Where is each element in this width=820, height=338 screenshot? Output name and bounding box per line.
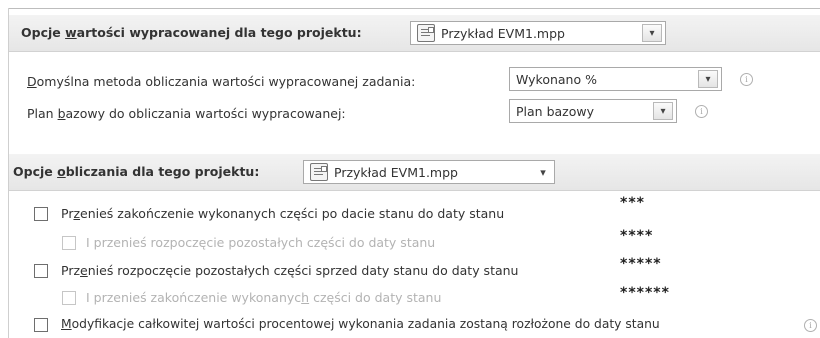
top-edge [0, 0, 820, 8]
calculation-project-select[interactable]: Przykład EVM1.mpp ▾ [303, 160, 555, 184]
chevron-down-icon[interactable]: ▾ [653, 102, 673, 120]
info-icon[interactable]: i [695, 105, 708, 118]
move-end-completed-checkbox[interactable] [34, 207, 48, 221]
default-method-select[interactable]: Wykonano % ▾ [509, 67, 722, 91]
option-stars: ****** [620, 285, 670, 301]
earned-value-section-title: Opcje wartości wypracowanej dla tego pro… [21, 25, 362, 40]
move-end-completed-label: Przenieś zakończenie wykonanych części p… [61, 206, 505, 221]
default-method-label: Domyślna metoda obliczania wartości wypr… [27, 74, 416, 89]
spread-percent-complete-label: Modyfikacje całkowitej wartości procento… [61, 317, 660, 331]
option-stars: **** [620, 228, 654, 244]
calculation-section-header: Opcje obliczania dla tego projektu: Przy… [9, 154, 820, 191]
spread-percent-complete-checkbox[interactable] [34, 318, 48, 332]
project-file-icon [310, 163, 328, 181]
baseline-select[interactable]: Plan bazowy ▾ [509, 99, 677, 123]
also-move-start-remaining-checkbox[interactable] [62, 236, 76, 250]
info-icon[interactable]: i [804, 319, 817, 332]
earned-value-section-header: Opcje wartości wypracowanej dla tego pro… [9, 15, 820, 52]
chevron-down-icon[interactable]: ▾ [698, 70, 718, 88]
option-stars: *** [620, 195, 645, 211]
baseline-label: Plan bazowy do obliczania wartości wypra… [27, 106, 346, 121]
earned-value-project-select[interactable]: Przykład EVM1.mpp ▾ [410, 21, 666, 45]
chevron-down-icon[interactable]: ▾ [642, 24, 662, 42]
frame-border-top [8, 8, 820, 9]
move-start-remaining-label: Przenieś rozpoczęcie pozostałych części … [61, 263, 519, 278]
calculation-section-title: Opcje obliczania dla tego projektu: [13, 164, 260, 179]
move-start-remaining-checkbox[interactable] [34, 264, 48, 278]
chevron-down-icon[interactable]: ▾ [532, 161, 554, 183]
also-move-start-remaining-label: I przenieś rozpoczęcie pozostałych częśc… [86, 235, 436, 250]
project-file-icon [417, 24, 435, 42]
also-move-end-completed-checkbox[interactable] [62, 291, 76, 305]
also-move-end-completed-label: I przenieś zakończenie wykonanych części… [86, 290, 442, 305]
info-icon[interactable]: i [740, 73, 753, 86]
option-stars: ***** [620, 256, 662, 272]
